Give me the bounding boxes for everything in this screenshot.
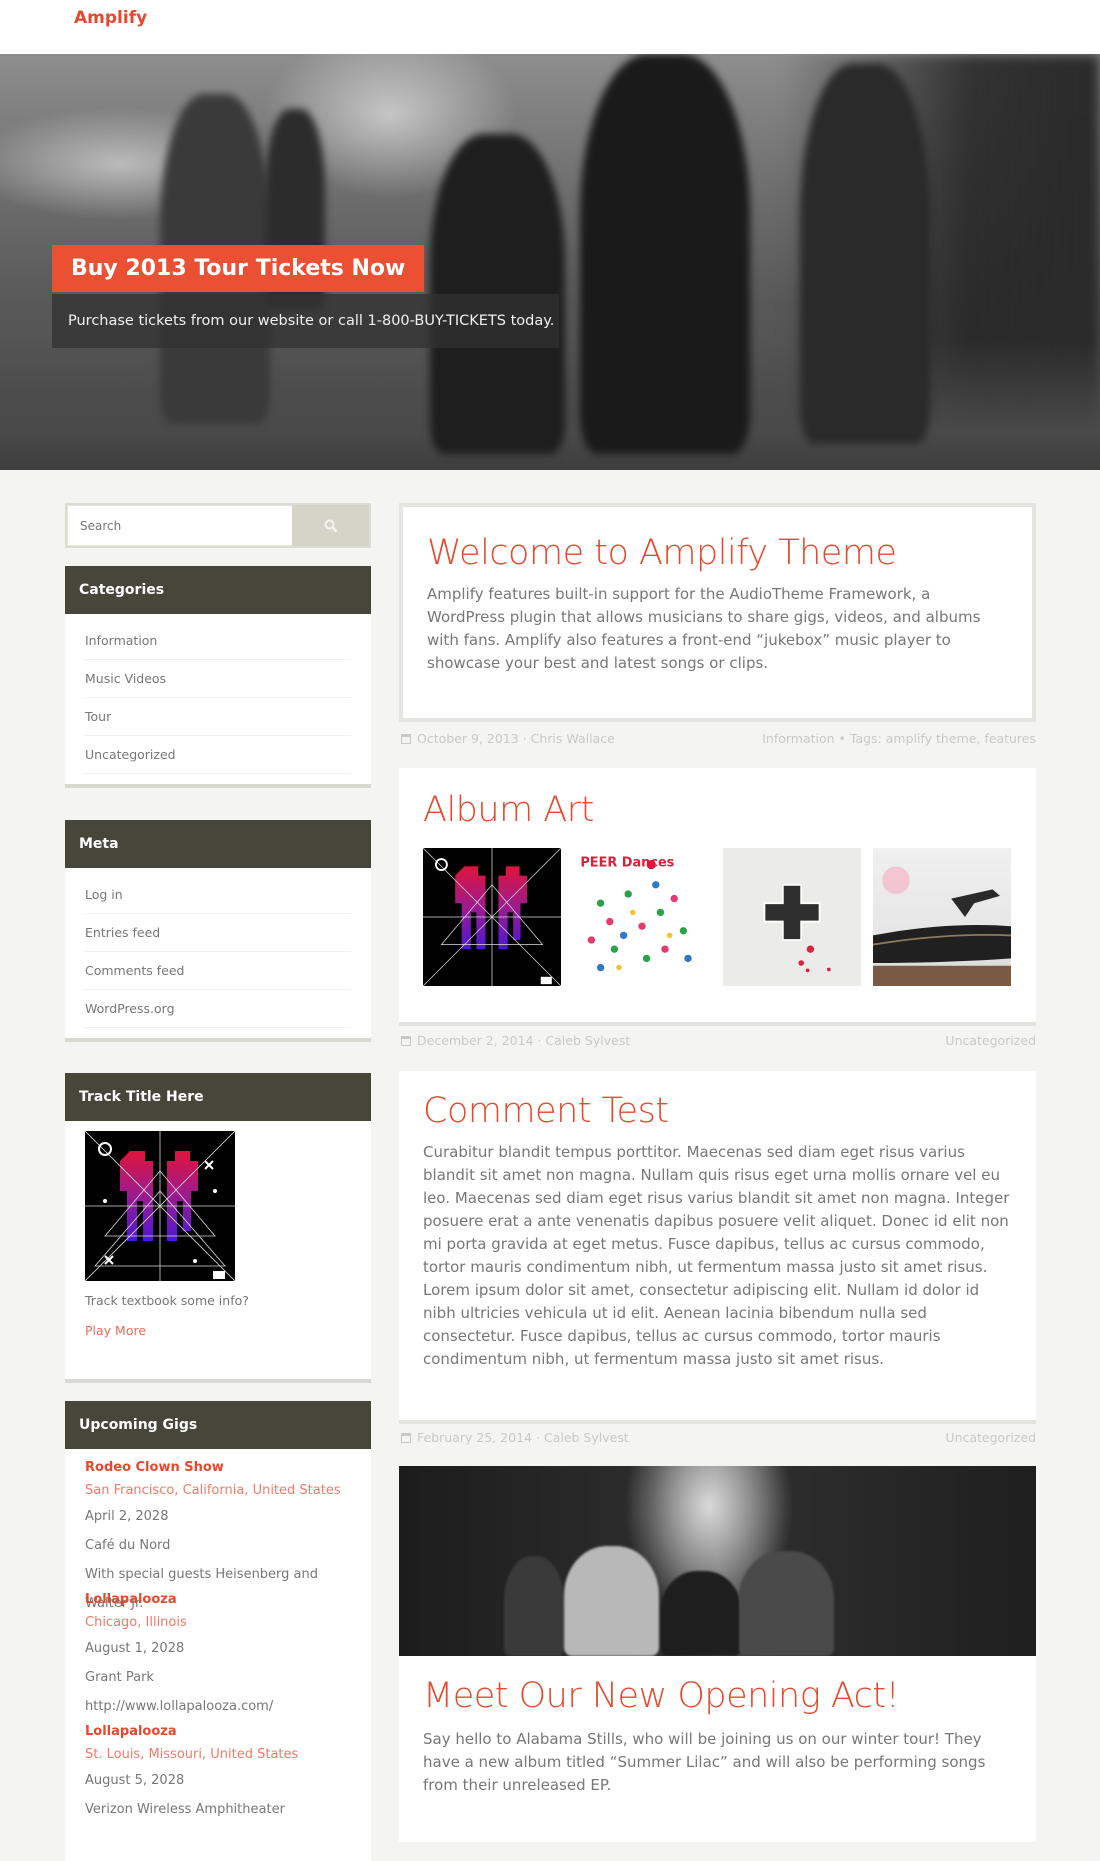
post-title[interactable]: Comment Test <box>423 1091 1012 1131</box>
post-welcome: Welcome to Amplify Theme Amplify feature… <box>399 503 1036 722</box>
categories-list: Information Music Videos Tour Uncategori… <box>65 614 371 784</box>
post-title[interactable]: Album Art <box>423 790 1012 830</box>
gig-note: With special guests Heisenberg and Walte… <box>85 1567 319 1611</box>
gigs-widget-title: Upcoming Gigs <box>65 1401 371 1449</box>
track-body: Track textbook some info? Play More <box>65 1121 371 1356</box>
band-member-1 <box>504 1556 564 1656</box>
post-date-author[interactable]: October 9, 2013 · Chris Wallace <box>417 731 615 746</box>
meta-widget: Meta Log in Entries feed Comments feed W… <box>65 820 371 1042</box>
category-item: Tour <box>85 698 351 736</box>
play-more-link[interactable]: Play More <box>85 1323 351 1338</box>
gig-note: http://www.lollapalooza.com/ <box>85 1699 274 1714</box>
meta-link-wordpress-org[interactable]: WordPress.org <box>85 1001 175 1016</box>
category-item: Information <box>85 622 351 660</box>
gig-item: Rodeo Clown Show San Francisco, Californ… <box>85 1457 351 1611</box>
gig-location: St. Louis, Missouri, United States <box>85 1747 299 1762</box>
category-item: Uncategorized <box>85 736 351 774</box>
post-comment-test: Comment Test Curabitur blandit tempus po… <box>399 1071 1036 1424</box>
meta-item: Comments feed <box>85 952 351 990</box>
album-cover-gamepad[interactable] <box>723 848 861 986</box>
hero-person-5 <box>800 64 930 444</box>
site-header: Amplify <box>0 0 1100 54</box>
post-album-art: Album Art PEER Dances <box>399 768 1036 1026</box>
post-featured-image[interactable] <box>399 1466 1036 1656</box>
post-categories[interactable]: Uncategorized <box>945 1033 1036 1048</box>
post-meta: February 25, 2014 · Caleb Sylvest Uncate… <box>401 1430 1036 1450</box>
post-opening-act: Meet Our New Opening Act! Say hello to A… <box>399 1466 1036 1842</box>
meta-link-log-in[interactable]: Log in <box>85 887 123 902</box>
band-member-3 <box>661 1571 741 1656</box>
gig-date: April 2, 2028 <box>85 1509 169 1524</box>
album-cover-pixel-heart[interactable] <box>423 848 561 986</box>
post-title[interactable]: Welcome to Amplify Theme <box>427 533 1006 573</box>
categories-widget: Categories Information Music Videos Tour… <box>65 566 371 788</box>
album-cover-turntable[interactable] <box>873 848 1011 986</box>
post-date-author[interactable]: February 25, 2014 · Caleb Sylvest <box>417 1430 629 1445</box>
category-link-music-videos[interactable]: Music Videos <box>85 671 166 686</box>
band-member-4 <box>739 1551 834 1656</box>
track-album-art[interactable] <box>85 1131 235 1281</box>
gig-item: Lollapalooza Chicago, Illinois August 1,… <box>85 1589 351 1721</box>
meta-item: WordPress.org <box>85 990 351 1028</box>
post-excerpt: Amplify features built-in support for th… <box>427 585 981 672</box>
band-member-2 <box>564 1546 659 1656</box>
search-input[interactable] <box>68 506 293 545</box>
gigs-list: Rodeo Clown Show San Francisco, Californ… <box>65 1449 371 1824</box>
track-widget: Track Title Here Track textbook some inf… <box>65 1073 371 1383</box>
post-categories[interactable]: Uncategorized <box>945 1430 1036 1445</box>
post-date-author[interactable]: December 2, 2014 · Caleb Sylvest <box>417 1033 630 1048</box>
gig-name-link[interactable]: Rodeo Clown Show <box>85 1457 351 1479</box>
category-link-uncategorized[interactable]: Uncategorized <box>85 747 176 762</box>
post-meta: December 2, 2014 · Caleb Sylvest Uncateg… <box>401 1033 1036 1053</box>
post-title[interactable]: Meet Our New Opening Act! <box>423 1676 1012 1716</box>
hero-person-4 <box>580 54 750 454</box>
calendar-icon <box>401 733 411 744</box>
gig-venue: Verizon Wireless Amphitheater <box>85 1802 285 1817</box>
categories-widget-title: Categories <box>65 566 371 614</box>
meta-item: Log in <box>85 876 351 914</box>
hero-banner: Buy 2013 Tour Tickets Now Purchase ticke… <box>0 54 1100 470</box>
post-categories-tags[interactable]: Information • Tags: amplify theme, featu… <box>762 731 1036 746</box>
gig-date: August 5, 2028 <box>85 1773 185 1788</box>
gig-date: August 1, 2028 <box>85 1641 185 1656</box>
meta-link-comments-feed[interactable]: Comments feed <box>85 963 184 978</box>
category-link-tour[interactable]: Tour <box>85 709 111 724</box>
meta-list: Log in Entries feed Comments feed WordPr… <box>65 868 371 1038</box>
meta-widget-title: Meta <box>65 820 371 868</box>
gig-venue: Grant Park <box>85 1670 154 1685</box>
calendar-icon <box>401 1432 411 1443</box>
search-form <box>65 503 371 548</box>
track-description: Track textbook some info? <box>85 1293 249 1308</box>
album-gallery: PEER Dances <box>423 848 1012 986</box>
gig-item: Lollapalooza St. Louis, Missouri, United… <box>85 1721 351 1824</box>
category-link-information[interactable]: Information <box>85 633 157 648</box>
meta-item: Entries feed <box>85 914 351 952</box>
category-item: Music Videos <box>85 660 351 698</box>
gig-location: San Francisco, California, United States <box>85 1483 341 1498</box>
post-excerpt: Say hello to Alabama Stills, who will be… <box>423 1730 986 1794</box>
gig-location: Chicago, Illinois <box>85 1615 187 1630</box>
site-title-link[interactable]: Amplify <box>74 8 147 28</box>
album-cover-peer-dances[interactable]: PEER Dances <box>573 848 711 986</box>
post-excerpt: Curabitur blandit tempus porttitor. Maec… <box>423 1143 1010 1368</box>
gigs-widget: Upcoming Gigs Rodeo Clown Show San Franc… <box>65 1401 371 1861</box>
gig-name-link[interactable]: Lollapalooza <box>85 1589 351 1611</box>
gig-name-link[interactable]: Lollapalooza <box>85 1721 351 1743</box>
meta-link-entries-feed[interactable]: Entries feed <box>85 925 160 940</box>
album-text: PEER Dances <box>580 855 674 870</box>
track-widget-title: Track Title Here <box>65 1073 371 1121</box>
search-icon <box>324 519 337 532</box>
gig-venue: Café du Nord <box>85 1538 171 1553</box>
hero-subtitle: Purchase tickets from our website or cal… <box>52 294 559 348</box>
calendar-icon <box>401 1035 411 1046</box>
post-meta: October 9, 2013 · Chris Wallace Informat… <box>401 731 1036 751</box>
hero-title[interactable]: Buy 2013 Tour Tickets Now <box>52 245 425 292</box>
search-button[interactable] <box>292 505 369 546</box>
